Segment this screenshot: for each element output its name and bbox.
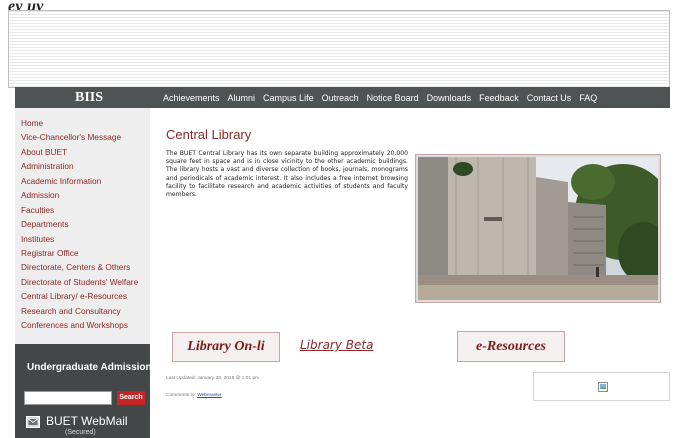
nav-notice-board[interactable]: Notice Board [367,93,419,103]
nav-campus-life[interactable]: Campus Life [263,93,314,103]
top-heading-fragment: ey uy [8,0,44,10]
sidebar-item-administration[interactable]: Administration [21,159,150,173]
sidebar-item-admission[interactable]: Admission [21,188,150,202]
nav-achievements[interactable]: Achievements [163,93,220,103]
sidebar-item-students-welfare[interactable]: Directorate of Students' Welfare [21,275,150,289]
nav-faq[interactable]: FAQ [579,93,597,103]
sidebar-item-directorate-centers[interactable]: Directorate, Centers & Others [21,260,150,274]
library-building-photo [415,154,661,303]
left-sidebar: Home Vice-Chancellor's Message About BUE… [15,108,152,438]
top-nav-links: Achievements Alumni Campus Life Outreach… [163,93,605,103]
e-resources-button[interactable]: e-Resources [457,331,565,362]
webmail-envelope-icon[interactable] [26,416,40,428]
sidebar-item-departments[interactable]: Departments [21,217,150,231]
sidebar-item-faculties[interactable]: Faculties [21,203,150,217]
sidebar-menu: Home Vice-Chancellor's Message About BUE… [15,108,150,333]
last-updated-text: Last Updated: January 28, 2015 @ 1:01 pm [166,376,260,381]
nav-contact-us[interactable]: Contact Us [527,93,572,103]
top-navbar: BIIS Achievements Alumni Campus Life Out… [15,87,670,108]
sidebar-item-home[interactable]: Home [21,116,150,130]
sidebar-item-about[interactable]: About BUET [21,145,150,159]
admission-title[interactable]: Undergraduate Admission [27,362,152,373]
broken-image-icon [598,382,608,392]
page-title: Central Library [166,127,252,142]
header-banner [8,10,670,88]
webmaster-link[interactable]: Webmaster [197,393,221,398]
nav-alumni[interactable]: Alumni [228,93,256,103]
sidebar-item-institutes[interactable]: Institutes [21,232,150,246]
sidebar-item-research[interactable]: Research and Consultancy [21,304,150,318]
library-photo-illustration [418,157,658,300]
sidebar-item-academic-info[interactable]: Academic Information [21,174,150,188]
comments-line: Comments to: Webmaster [166,393,222,398]
sidebar-item-registrar[interactable]: Registrar Office [21,246,150,260]
search-button[interactable]: Search [117,391,145,405]
library-online-button[interactable]: Library On-li [172,332,280,362]
sidebar-item-conferences[interactable]: Conferences and Workshops [21,318,150,332]
search-input[interactable] [24,391,112,405]
webmail-secured-label: (Secured) [65,429,96,436]
undergraduate-admission-box: Undergraduate Admission Search BUET WebM… [15,344,152,438]
nav-feedback[interactable]: Feedback [479,93,519,103]
nav-downloads[interactable]: Downloads [427,93,472,103]
library-beta-link[interactable]: Library Beta [300,338,373,352]
webmail-link[interactable]: BUET WebMail [46,414,128,428]
site-logo[interactable]: BIIS [15,90,163,106]
comments-prefix: Comments to: [166,393,198,398]
sidebar-item-vc-message[interactable]: Vice-Chancellor's Message [21,130,150,144]
sidebar-item-central-library[interactable]: Central Library/ e-Resources [21,289,150,303]
library-intro-text: The BUET Central Library has its own sep… [166,150,408,199]
broken-image-box [533,372,670,401]
nav-outreach[interactable]: Outreach [322,93,359,103]
